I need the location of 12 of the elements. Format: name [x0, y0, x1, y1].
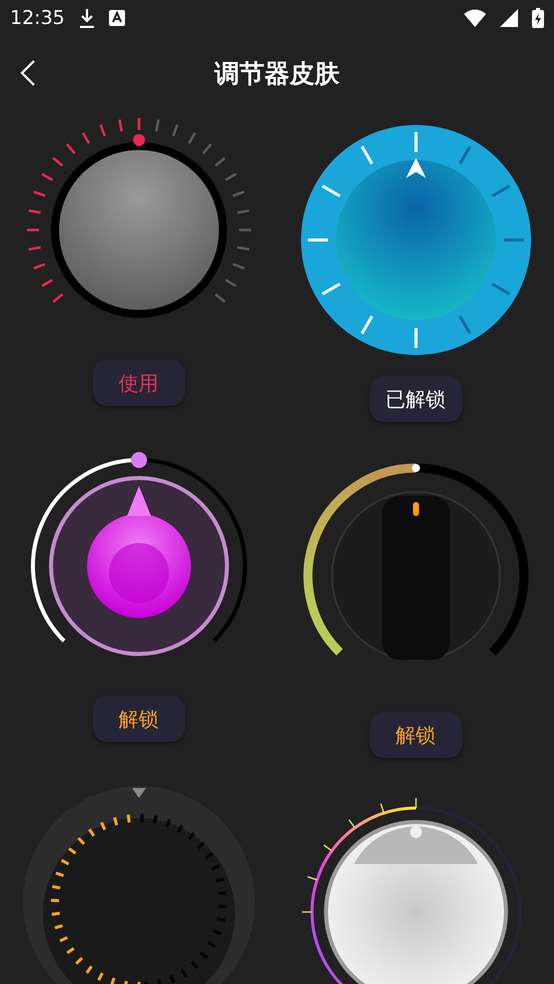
back-icon[interactable]: [20, 60, 36, 86]
signal-icon: [500, 9, 518, 27]
unlock-button[interactable]: 已解锁: [370, 376, 462, 422]
unlock-button[interactable]: 解锁: [370, 712, 462, 758]
download-icon: [78, 8, 95, 28]
page-title: 调节器皮肤: [214, 58, 340, 90]
wifi-icon: [464, 9, 486, 27]
battery-icon: [532, 8, 544, 28]
status-time: 12:35: [10, 7, 65, 29]
app-icon: [108, 10, 125, 26]
unlock-button[interactable]: 解锁: [92, 696, 184, 742]
use-button[interactable]: 使用: [92, 360, 184, 406]
